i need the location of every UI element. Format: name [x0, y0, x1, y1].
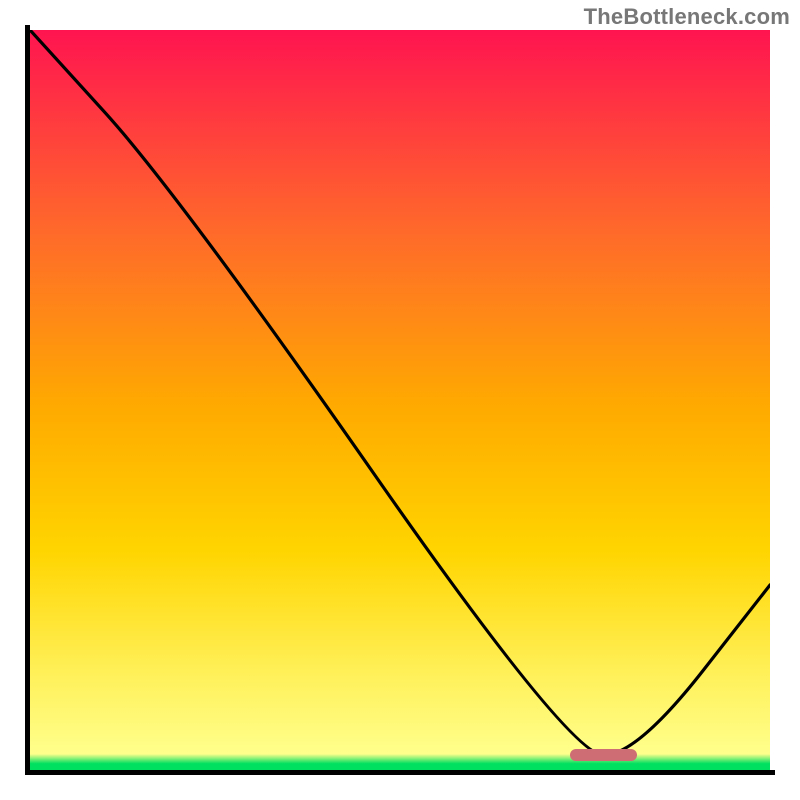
optimal-marker [570, 749, 637, 761]
x-axis [25, 770, 775, 775]
bottleneck-curve [30, 30, 770, 755]
y-axis [25, 25, 30, 775]
plot-area [30, 30, 770, 770]
curve-layer [30, 30, 770, 770]
bottleneck-chart: TheBottleneck.com [0, 0, 800, 800]
watermark-text: TheBottleneck.com [584, 4, 790, 30]
